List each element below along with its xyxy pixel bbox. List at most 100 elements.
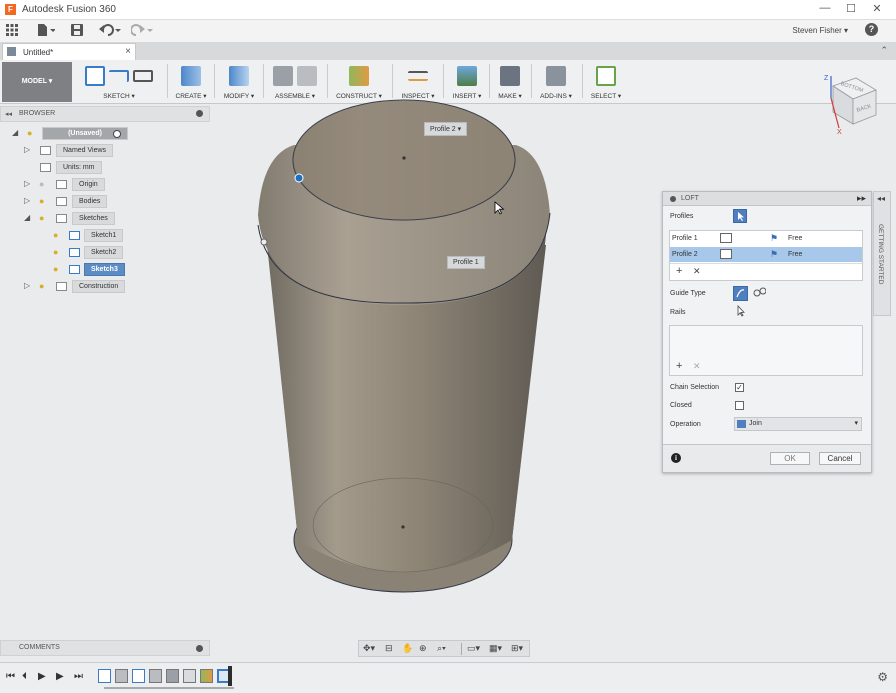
tree-item-units[interactable]: Units: mm	[22, 161, 202, 174]
expand-arrow-icon[interactable]: ▷	[24, 180, 32, 188]
tree-item-sketch1[interactable]: ● Sketch1	[50, 229, 200, 242]
play-icon[interactable]: ▶	[38, 671, 46, 682]
info-icon[interactable]: i	[671, 453, 681, 463]
scripts-add-ins-icon[interactable]	[546, 66, 566, 86]
add-profile-icon[interactable]: +	[676, 265, 682, 277]
ok-button[interactable]: OK	[770, 452, 810, 465]
offset-plane-icon[interactable]	[349, 66, 369, 86]
visibility-bulb-icon[interactable]: ●	[39, 213, 48, 224]
timeline-sketch-icon[interactable]	[98, 669, 111, 683]
timeline-marker[interactable]	[228, 666, 232, 686]
close-button[interactable]: ✕	[866, 2, 888, 18]
3d-print-icon[interactable]	[500, 66, 520, 86]
getting-started-tab[interactable]: ◂◂ GETTING STARTED	[873, 191, 891, 316]
remove-profile-icon[interactable]: ✕	[693, 266, 701, 277]
tab-expand-icon[interactable]: ⌃	[880, 45, 888, 56]
canvas-3d-model[interactable]	[250, 95, 560, 600]
browser-pin-icon[interactable]	[196, 110, 203, 117]
timeline-feature-icon[interactable]	[183, 669, 196, 683]
display-settings-icon[interactable]: ▭▾	[467, 643, 480, 654]
profiles-select-button[interactable]	[733, 209, 747, 223]
select-menu[interactable]: SELECT ▾	[586, 92, 626, 100]
go-to-end-icon[interactable]: ⏭	[74, 671, 83, 682]
document-tab-close-icon[interactable]: ×	[125, 46, 131, 57]
cancel-button[interactable]: Cancel	[819, 452, 861, 465]
timeline-feature-icon[interactable]	[166, 669, 179, 683]
panel-collapse-icon[interactable]: ◂◂	[877, 194, 885, 203]
tree-item-construction[interactable]: ▷ ● Construction	[22, 280, 202, 293]
profile-mode[interactable]: Free	[788, 231, 802, 246]
operation-dropdown[interactable]: Join ▾	[734, 417, 862, 431]
collapse-arrow-icon[interactable]: ◢	[12, 129, 20, 137]
profile-1-tag[interactable]: Profile 1	[447, 256, 485, 269]
tree-item-sketch2[interactable]: ● Sketch2	[50, 246, 200, 259]
rail-point[interactable]	[260, 238, 268, 246]
visibility-bulb-icon[interactable]: ●	[53, 247, 62, 258]
line-icon[interactable]	[109, 70, 129, 82]
redo-icon[interactable]	[130, 24, 154, 38]
visibility-bulb-icon[interactable]: ●	[39, 196, 48, 207]
viewports-icon[interactable]: ⊞▾	[511, 643, 523, 654]
create-sketch-icon[interactable]	[85, 66, 105, 86]
profile-row-2[interactable]: Profile 2 ⚑ Free	[670, 247, 862, 262]
visibility-bulb-icon[interactable]: ●	[53, 230, 62, 241]
browser-panel-header[interactable]: ◂◂ BROWSER	[0, 106, 210, 122]
expand-arrow-icon[interactable]: ▷	[24, 197, 32, 205]
insert-image-icon[interactable]	[457, 66, 477, 86]
timeline-feature-icon[interactable]	[115, 669, 128, 683]
select-group[interactable]: SELECT ▾	[586, 62, 626, 102]
view-cube[interactable]: Z X BOTTOM BACK	[823, 72, 878, 134]
user-account-menu[interactable]: Steven Fisher ▾	[792, 26, 848, 35]
tree-item-bodies[interactable]: ▷ ● Bodies	[22, 195, 202, 208]
tree-item-sketch3[interactable]: ● Sketch3	[50, 263, 200, 276]
visibility-bulb-icon[interactable]: ●	[39, 281, 48, 292]
fit-icon[interactable]: ⌕▾	[437, 643, 446, 654]
timeline-sketch-icon[interactable]	[132, 669, 145, 683]
select-arrow-icon[interactable]	[596, 66, 616, 86]
data-panel-grid-icon[interactable]	[5, 24, 19, 38]
file-menu-icon[interactable]	[36, 24, 56, 38]
profile-mode[interactable]: Free	[788, 247, 802, 262]
closed-checkbox[interactable]	[735, 401, 744, 410]
comments-pin-icon[interactable]	[196, 645, 203, 652]
step-back-icon[interactable]: ⏴	[22, 671, 27, 682]
look-at-icon[interactable]: ⊟	[385, 643, 393, 654]
visibility-bulb-icon[interactable]: ●	[27, 128, 36, 139]
joint-icon[interactable]	[297, 66, 317, 86]
dialog-expand-icon[interactable]: ▸▸	[857, 193, 866, 204]
remove-rail-icon[interactable]: ✕	[693, 361, 701, 372]
profile-2-tag[interactable]: Profile 2 ▾	[424, 122, 468, 136]
activate-component-icon[interactable]	[113, 130, 121, 138]
sketch-group[interactable]: SKETCH ▾	[75, 62, 163, 102]
timeline-plane-icon[interactable]	[200, 669, 213, 683]
rails-select-icon[interactable]	[735, 304, 747, 317]
collapse-arrow-icon[interactable]: ◢	[24, 214, 32, 222]
maximize-button[interactable]: ☐	[840, 2, 862, 18]
rail-point[interactable]	[294, 173, 304, 183]
create-menu[interactable]: CREATE ▾	[172, 92, 210, 100]
tree-item-named-views[interactable]: ▷ Named Views	[22, 144, 202, 157]
tree-item-origin[interactable]: ▷ ● Origin	[22, 178, 202, 191]
document-tab[interactable]: Untitled* ×	[2, 43, 136, 60]
add-rail-icon[interactable]: +	[676, 360, 682, 372]
profile-end-condition-icon[interactable]	[720, 233, 732, 243]
minimize-button[interactable]: —	[814, 2, 836, 18]
profile-end-condition-icon[interactable]	[720, 249, 732, 259]
undo-icon[interactable]	[98, 24, 122, 38]
create-group[interactable]: CREATE ▾	[172, 62, 210, 102]
gear-icon[interactable]: ⚙	[877, 670, 888, 684]
expand-arrow-icon[interactable]: ▷	[24, 146, 32, 154]
help-icon[interactable]: ?	[865, 23, 878, 36]
expand-arrow-icon[interactable]: ▷	[24, 282, 32, 290]
tree-root[interactable]: ◢ ● (Unsaved)	[10, 127, 210, 140]
tree-item-sketches[interactable]: ◢ ● Sketches	[22, 212, 202, 225]
go-to-start-icon[interactable]: ⏮	[6, 671, 15, 682]
sketch-menu[interactable]: SKETCH ▾	[75, 92, 163, 100]
guide-type-rails-button[interactable]	[733, 286, 748, 301]
pan-icon[interactable]: ✋	[402, 643, 413, 654]
extrude-icon[interactable]	[181, 66, 201, 86]
visibility-bulb-icon[interactable]: ●	[39, 179, 48, 190]
step-forward-icon[interactable]: ▶	[56, 671, 64, 682]
browser-collapse-icon[interactable]: ◂◂	[5, 110, 12, 118]
guide-type-centerline-button[interactable]	[753, 286, 768, 301]
